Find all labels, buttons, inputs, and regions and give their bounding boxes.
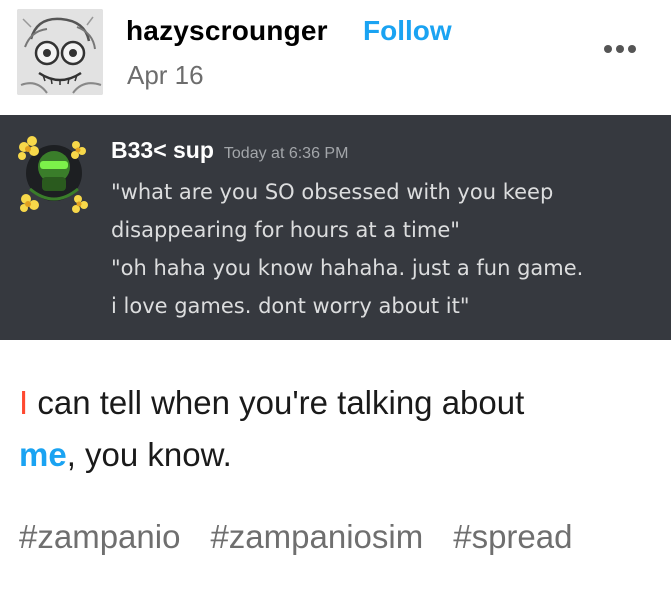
discord-screenshot: B33< sup Today at 6:36 PM "what are you S…: [0, 115, 671, 340]
post-text: can tell when you're talking about: [28, 384, 525, 421]
user-avatar[interactable]: [17, 9, 103, 95]
discord-message-line: i love games. dont worry about it": [111, 294, 470, 318]
follow-button[interactable]: Follow: [363, 15, 452, 47]
discord-author: B33< sup: [111, 137, 214, 163]
ellipsis-icon: [604, 45, 612, 53]
post-text: , you know.: [66, 436, 232, 473]
discord-message-line: "what are you SO obsessed with you keep: [111, 180, 554, 204]
tag-list: #zampanio #zampaniosim #spread: [19, 518, 572, 556]
post-date: Apr 16: [127, 60, 204, 90]
discord-message-line: disappearing for hours at a time": [111, 218, 460, 242]
more-options-button[interactable]: [604, 42, 636, 56]
username-link[interactable]: hazyscrounger: [126, 15, 328, 47]
discord-message-header: B33< sup Today at 6:36 PM: [111, 137, 348, 164]
tag-link[interactable]: #zampanio: [19, 518, 180, 556]
post-body: I can tell when you're talking about me,…: [19, 380, 659, 484]
discord-message-line: "oh haha you know hahaha. just a fun gam…: [111, 256, 584, 280]
discord-timestamp: Today at 6:36 PM: [223, 145, 349, 162]
post-text-line: I can tell when you're talking about: [19, 380, 659, 432]
tag-link[interactable]: #zampaniosim: [210, 518, 423, 556]
post-text-line: me, you know.: [19, 432, 659, 484]
ellipsis-icon: [628, 45, 636, 53]
sketch-avatar-icon: [17, 9, 103, 95]
highlighted-word: me: [19, 436, 67, 473]
highlighted-word: I: [19, 384, 29, 421]
discord-message-body: "what are you SO obsessed with you keep …: [111, 173, 583, 325]
tag-link[interactable]: #spread: [453, 518, 572, 556]
discord-avatar: [12, 129, 92, 213]
flower-avatar-icon: [18, 136, 88, 213]
ellipsis-icon: [616, 45, 624, 53]
